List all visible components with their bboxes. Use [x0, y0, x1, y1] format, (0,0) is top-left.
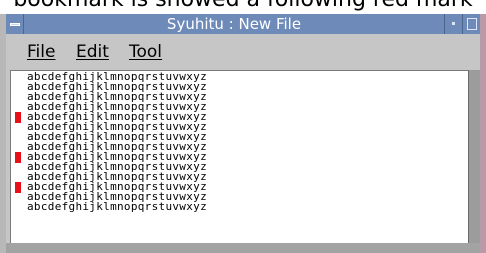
window-title: Syuhitu : New File — [166, 15, 302, 33]
window-menu-icon — [10, 23, 20, 26]
text-line[interactable]: abcdefghijklmnopqrstuvwxyz — [27, 201, 207, 212]
caption-banner: bookmark is showed a following red mark — [0, 0, 486, 14]
minimize-icon — [452, 22, 455, 25]
menu-edit[interactable]: Edit — [76, 42, 109, 62]
bookmark-marker — [15, 152, 21, 163]
bookmark-marker — [15, 182, 21, 193]
vertical-scrollbar[interactable] — [468, 70, 480, 243]
text-lines: abcdefghijklmnopqrstuvwxyz abcdefghijklmn… — [27, 71, 207, 212]
window-right-border — [480, 14, 486, 253]
title-bar[interactable]: Syuhitu : New File — [6, 14, 480, 34]
horizontal-scrollbar[interactable] — [6, 243, 480, 253]
window-menu-button[interactable] — [6, 14, 24, 34]
text-editor[interactable]: abcdefghijklmnopqrstuvwxyz abcdefghijklmn… — [10, 70, 468, 243]
maximize-icon — [467, 18, 477, 30]
menu-tool[interactable]: Tool — [129, 42, 162, 62]
menu-file[interactable]: File — [27, 42, 55, 62]
bookmark-marker — [15, 112, 21, 123]
maximize-button[interactable] — [462, 14, 480, 34]
minimize-button[interactable] — [444, 14, 462, 34]
caption-text: bookmark is showed a following red mark — [0, 0, 486, 11]
menu-bar: File Edit Tool — [6, 34, 480, 68]
editor-window: Syuhitu : New File File Edit Tool abcdef… — [0, 14, 486, 253]
